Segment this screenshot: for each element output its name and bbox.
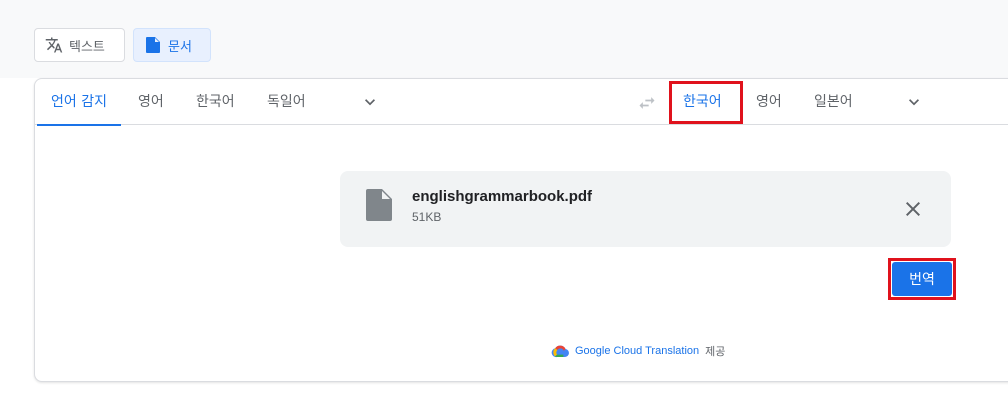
document-mode-label: 문서	[168, 39, 192, 55]
translate-button[interactable]: 번역	[892, 262, 952, 296]
target-korean-highlight	[669, 81, 743, 124]
text-mode-button[interactable]: 텍스트	[34, 28, 125, 62]
uploaded-file-card: englishgrammarbook.pdf 51KB	[340, 171, 951, 247]
source-lang-german[interactable]: 독일어	[267, 79, 306, 125]
target-lang-english[interactable]: 영어	[756, 79, 782, 125]
document-icon	[144, 36, 162, 54]
translation-card: 언어 감지 영어 한국어 독일어 한국어 영어 일본어 englishgramm…	[34, 78, 1008, 382]
provider-suffix: 제공	[705, 346, 726, 358]
document-mode-button[interactable]: 문서	[133, 28, 211, 62]
google-cloud-logo	[551, 345, 569, 358]
source-lang-english[interactable]: 영어	[138, 79, 164, 125]
source-lang-detect[interactable]: 언어 감지	[37, 79, 121, 126]
provider-name[interactable]: Google Cloud Translation	[575, 345, 699, 357]
target-more-chevron-down-icon[interactable]	[904, 92, 924, 112]
source-more-chevron-down-icon[interactable]	[360, 92, 380, 112]
file-size: 51KB	[412, 210, 442, 224]
provider-credit: Google Cloud Translation 제공	[551, 343, 725, 359]
target-lang-japanese[interactable]: 일본어	[814, 79, 853, 125]
source-lang-korean[interactable]: 한국어	[196, 79, 235, 125]
translate-icon	[45, 36, 63, 54]
file-icon	[366, 189, 392, 221]
language-bar: 언어 감지 영어 한국어 독일어 한국어 영어 일본어	[35, 79, 1008, 126]
close-icon[interactable]	[901, 197, 925, 221]
file-name: englishgrammarbook.pdf	[412, 188, 593, 205]
swap-arrows-icon[interactable]	[637, 93, 657, 113]
mode-toolbar: 텍스트 문서	[0, 0, 1008, 78]
text-mode-label: 텍스트	[69, 39, 105, 55]
